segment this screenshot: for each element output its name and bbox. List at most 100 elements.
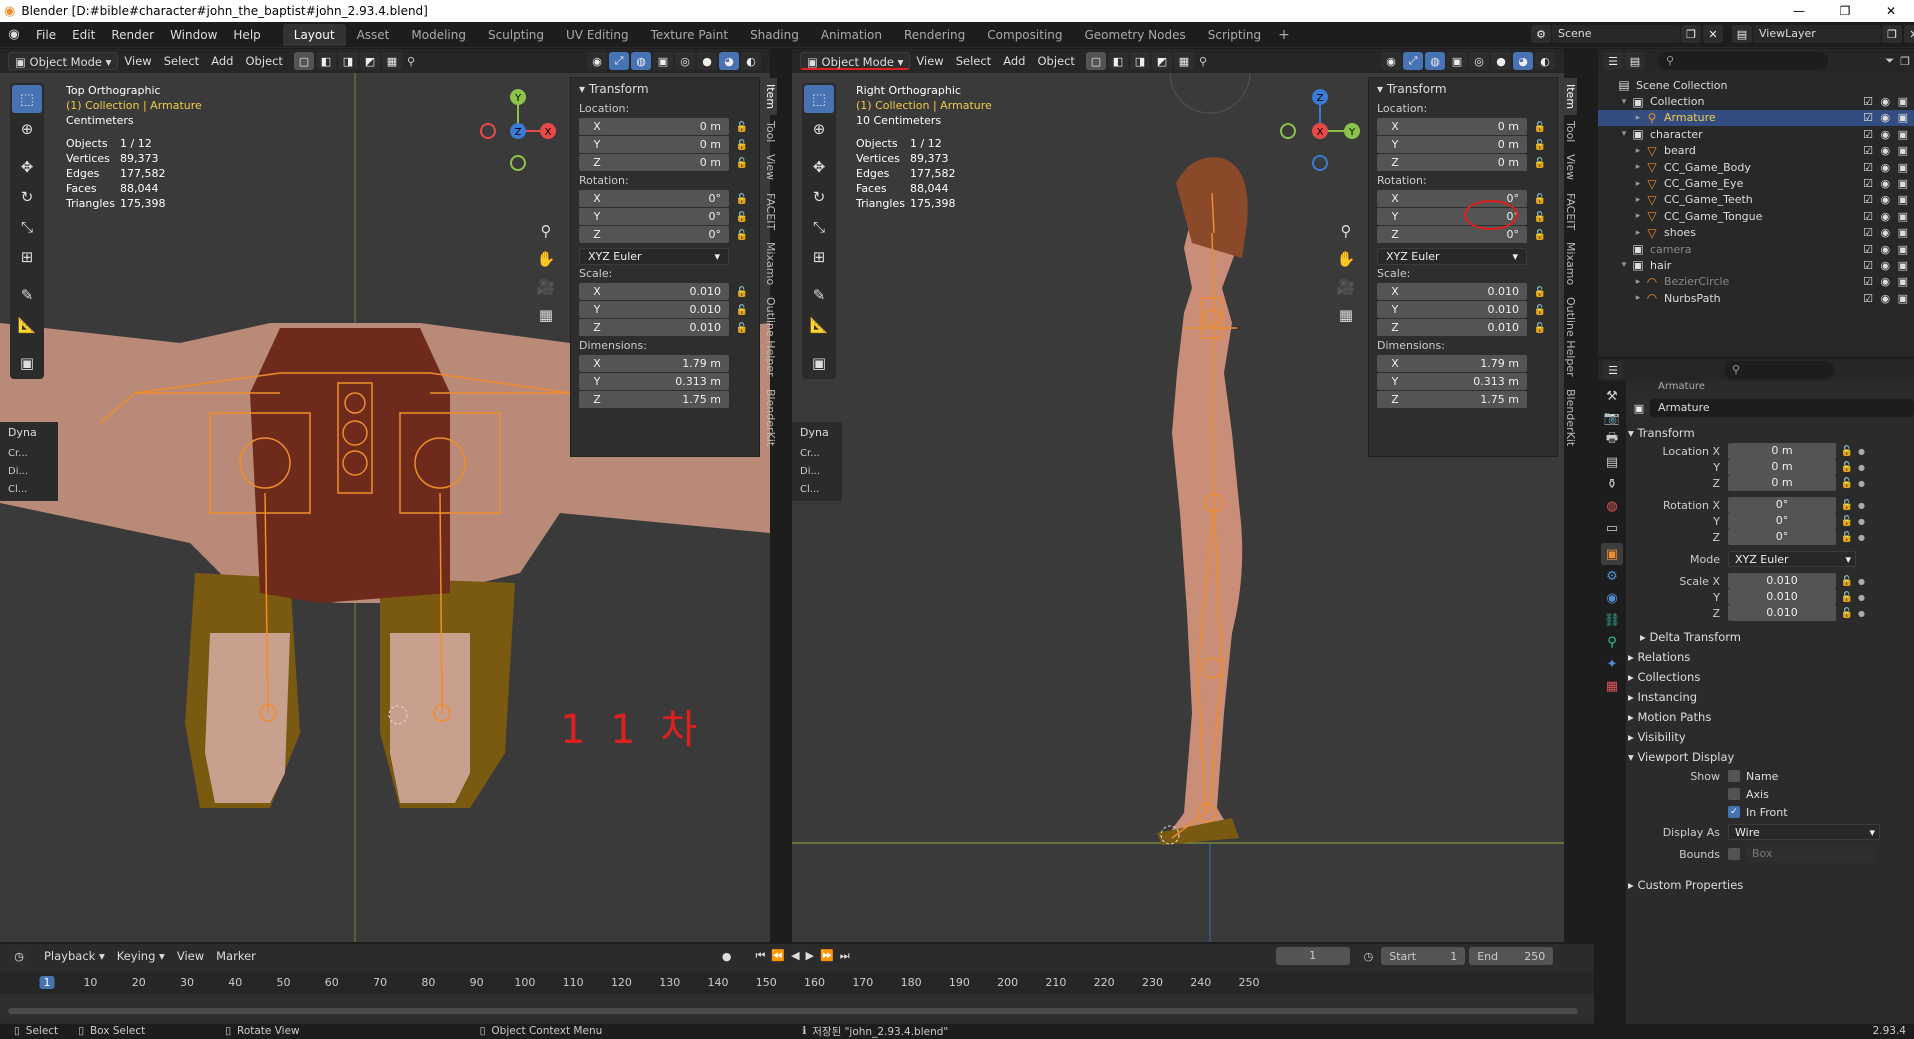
shading-render-icon-right[interactable]: ◐ bbox=[1535, 52, 1555, 70]
section-relations[interactable]: ▸ Relations bbox=[1628, 647, 1914, 667]
lock-icon[interactable]: 🔓 bbox=[735, 212, 749, 223]
lock-icon[interactable]: 🔓 bbox=[1840, 500, 1854, 511]
workspace-tab-animation[interactable]: Animation bbox=[810, 24, 893, 46]
outliner-item[interactable]: ▣ camera ☑ ◉ ▣ bbox=[1598, 241, 1914, 257]
new-collection-icon[interactable]: ❐ bbox=[1900, 55, 1910, 68]
outliner-item[interactable]: ▸ ▽ CC_Game_Tongue ☑ ◉ ▣ bbox=[1598, 208, 1914, 224]
world-tab-icon[interactable]: ◍ bbox=[1601, 495, 1623, 517]
overlay-toggle-icon[interactable]: ◍ bbox=[631, 52, 651, 70]
lock-icon[interactable]: 🔓 bbox=[1533, 194, 1547, 205]
keyframe-dot-icon[interactable]: ● bbox=[1858, 593, 1865, 602]
n-tab-blenderkit[interactable]: BlenderKit bbox=[1564, 383, 1577, 452]
n-tab-outline-helper[interactable]: Outline Helper bbox=[1564, 291, 1577, 383]
rotation-mode-dropdown[interactable]: XYZ Euler ▾ bbox=[1377, 248, 1527, 265]
texture-tab-icon[interactable]: ▦ bbox=[1601, 675, 1623, 697]
zoom-icon[interactable]: ⚲ bbox=[534, 217, 558, 245]
end-frame-field[interactable]: End 250 bbox=[1469, 947, 1554, 965]
lock-icon[interactable]: 🔓 bbox=[1840, 516, 1854, 527]
lock-icon[interactable]: 🔓 bbox=[735, 305, 749, 316]
n-tab-faceit[interactable]: FACEIT bbox=[764, 187, 777, 236]
menu-file[interactable]: File bbox=[28, 22, 64, 48]
select-mode-icons-right[interactable]: ▢ ◧ ◨ ◩ ▦ bbox=[1085, 52, 1195, 70]
workspace-tab-geometry-nodes[interactable]: Geometry Nodes bbox=[1074, 24, 1197, 46]
view-layer-field[interactable]: ViewLayer bbox=[1753, 25, 1881, 43]
outliner-item[interactable]: ▸ ▽ CC_Game_Teeth ☑ ◉ ▣ bbox=[1598, 192, 1914, 208]
n-tab-faceit[interactable]: FACEIT bbox=[1564, 187, 1577, 236]
location-y-field[interactable]: Y 0 m bbox=[1377, 136, 1527, 153]
search-icon[interactable]: ⚲ bbox=[407, 55, 415, 68]
shading-material-icon-right[interactable]: ◕ bbox=[1513, 52, 1533, 70]
axis-checkbox[interactable] bbox=[1728, 788, 1740, 800]
camera-view-icon[interactable]: 🎥 bbox=[534, 273, 558, 301]
visibility-toggles[interactable]: ☑ ◉ ▣ bbox=[1863, 161, 1910, 174]
output-tab-icon[interactable]: 🖶 bbox=[1601, 429, 1623, 451]
playback-menu[interactable]: Playback ▾ bbox=[38, 947, 111, 965]
dimensions-y-field[interactable]: Y 0.313 m bbox=[579, 373, 729, 390]
rotate-tool[interactable]: ↻ bbox=[12, 183, 42, 211]
annotate-tool-right[interactable]: ✎ bbox=[804, 281, 834, 309]
outliner-item[interactable]: ▤ Scene Collection bbox=[1598, 77, 1914, 93]
outliner-item[interactable]: ▸ ▽ beard ☑ ◉ ▣ bbox=[1598, 143, 1914, 159]
object-menu[interactable]: Object bbox=[239, 52, 288, 70]
modifiers-tab-icon[interactable]: ⚙ bbox=[1601, 565, 1623, 587]
constraints-tab-icon[interactable]: ⛓ bbox=[1601, 609, 1623, 631]
n-tab-item[interactable]: Item bbox=[764, 78, 777, 116]
cursor-tool[interactable]: ⊕ bbox=[12, 115, 42, 143]
visibility-toggles[interactable]: ☑ ◉ ▣ bbox=[1863, 210, 1910, 223]
location-z-field[interactable]: Z 0 m bbox=[579, 154, 729, 171]
dyna-item[interactable]: Di... bbox=[800, 463, 834, 481]
lock-icon[interactable]: 🔓 bbox=[1840, 576, 1854, 587]
in-front-checkbox[interactable]: ✓ bbox=[1728, 806, 1740, 818]
scene-tab-icon[interactable]: ⚱ bbox=[1601, 473, 1623, 495]
expand-arrow-icon[interactable]: ▾ bbox=[1618, 97, 1630, 107]
prop-value-field[interactable]: 0.010 bbox=[1728, 589, 1836, 605]
prop-value-field[interactable]: 0 m bbox=[1728, 475, 1836, 491]
render-tab-icon[interactable]: 📷 bbox=[1601, 407, 1623, 429]
shading-solid-icon-right[interactable]: ● bbox=[1491, 52, 1511, 70]
data-tab-icon[interactable]: ⚲ bbox=[1601, 631, 1623, 653]
camera-view-icon-right[interactable]: 🎥 bbox=[1334, 273, 1358, 301]
preview-range-icon[interactable]: ◷ bbox=[1364, 950, 1374, 963]
location-z-field[interactable]: Z 0 m bbox=[1377, 154, 1527, 171]
object-menu-right[interactable]: Object bbox=[1031, 52, 1080, 70]
select-mode-icons[interactable]: ▢ ◧ ◨ ◩ ▦ bbox=[293, 52, 403, 70]
visibility-toggles[interactable]: ☑ ◉ ▣ bbox=[1863, 111, 1910, 124]
marker-menu[interactable]: Marker bbox=[210, 947, 262, 965]
view-menu-right[interactable]: View bbox=[910, 52, 949, 70]
outliner-item[interactable]: ▸ ⚲ Armature ☑ ◉ ▣ bbox=[1598, 109, 1914, 127]
bone-tab-icon[interactable]: ✦ bbox=[1601, 653, 1623, 675]
prop-value-field[interactable]: 0° bbox=[1728, 513, 1836, 529]
workspace-tab-asset[interactable]: Asset bbox=[346, 24, 401, 46]
lock-icon[interactable]: 🔓 bbox=[735, 158, 749, 169]
rotation-z-field[interactable]: Z 0° bbox=[579, 226, 729, 243]
rotation-x-field[interactable]: X 0° bbox=[579, 190, 729, 207]
dimensions-z-field[interactable]: Z 1.75 m bbox=[1377, 391, 1527, 408]
object-mode-dropdown[interactable]: ▣ Object Mode ▾ bbox=[8, 52, 119, 70]
keyframe-dot-icon[interactable]: ● bbox=[1858, 501, 1865, 510]
dyna-item[interactable]: Cr... bbox=[800, 445, 834, 463]
lock-icon[interactable]: 🔓 bbox=[1533, 287, 1547, 298]
workspace-tab-rendering[interactable]: Rendering bbox=[893, 24, 976, 46]
scene-field[interactable]: Scene bbox=[1552, 25, 1680, 43]
shading-solid-icon[interactable]: ● bbox=[697, 52, 717, 70]
workspace-tab-texture-paint[interactable]: Texture Paint bbox=[640, 24, 739, 46]
expand-arrow-icon[interactable]: ▸ bbox=[1632, 179, 1644, 189]
scale-z-field[interactable]: Z 0.010 bbox=[579, 319, 729, 336]
editor-type-icon[interactable]: ☰ bbox=[1603, 52, 1623, 70]
section-visibility[interactable]: ▸ Visibility bbox=[1628, 727, 1914, 747]
outliner-item[interactable]: ▸ ▽ CC_Game_Body ☑ ◉ ▣ bbox=[1598, 159, 1914, 175]
minimize-button[interactable]: — bbox=[1776, 4, 1822, 18]
n-tab-blenderkit[interactable]: BlenderKit bbox=[764, 383, 777, 452]
delete-scene-icon[interactable]: ✕ bbox=[1703, 25, 1723, 43]
dimensions-y-field[interactable]: Y 0.313 m bbox=[1377, 373, 1527, 390]
blender-menu-icon[interactable]: ◉ bbox=[0, 27, 28, 42]
prop-value-field[interactable]: 0.010 bbox=[1728, 573, 1836, 589]
timeline-editor-type-icon[interactable]: ◷ bbox=[9, 947, 29, 965]
n-tab-tool[interactable]: Tool bbox=[1564, 115, 1577, 148]
tool-tab-icon[interactable]: ⚒ bbox=[1601, 385, 1623, 407]
navigation-gizmo-right[interactable]: Z Y X bbox=[1272, 83, 1362, 173]
view-object-types-icon-right[interactable]: ◉ bbox=[1381, 52, 1401, 70]
location-y-field[interactable]: Y 0 m bbox=[579, 136, 729, 153]
xray-toggle-icon[interactable]: ▣ bbox=[653, 52, 673, 70]
gizmo-toggle-icon[interactable]: ⤢ bbox=[609, 52, 629, 70]
